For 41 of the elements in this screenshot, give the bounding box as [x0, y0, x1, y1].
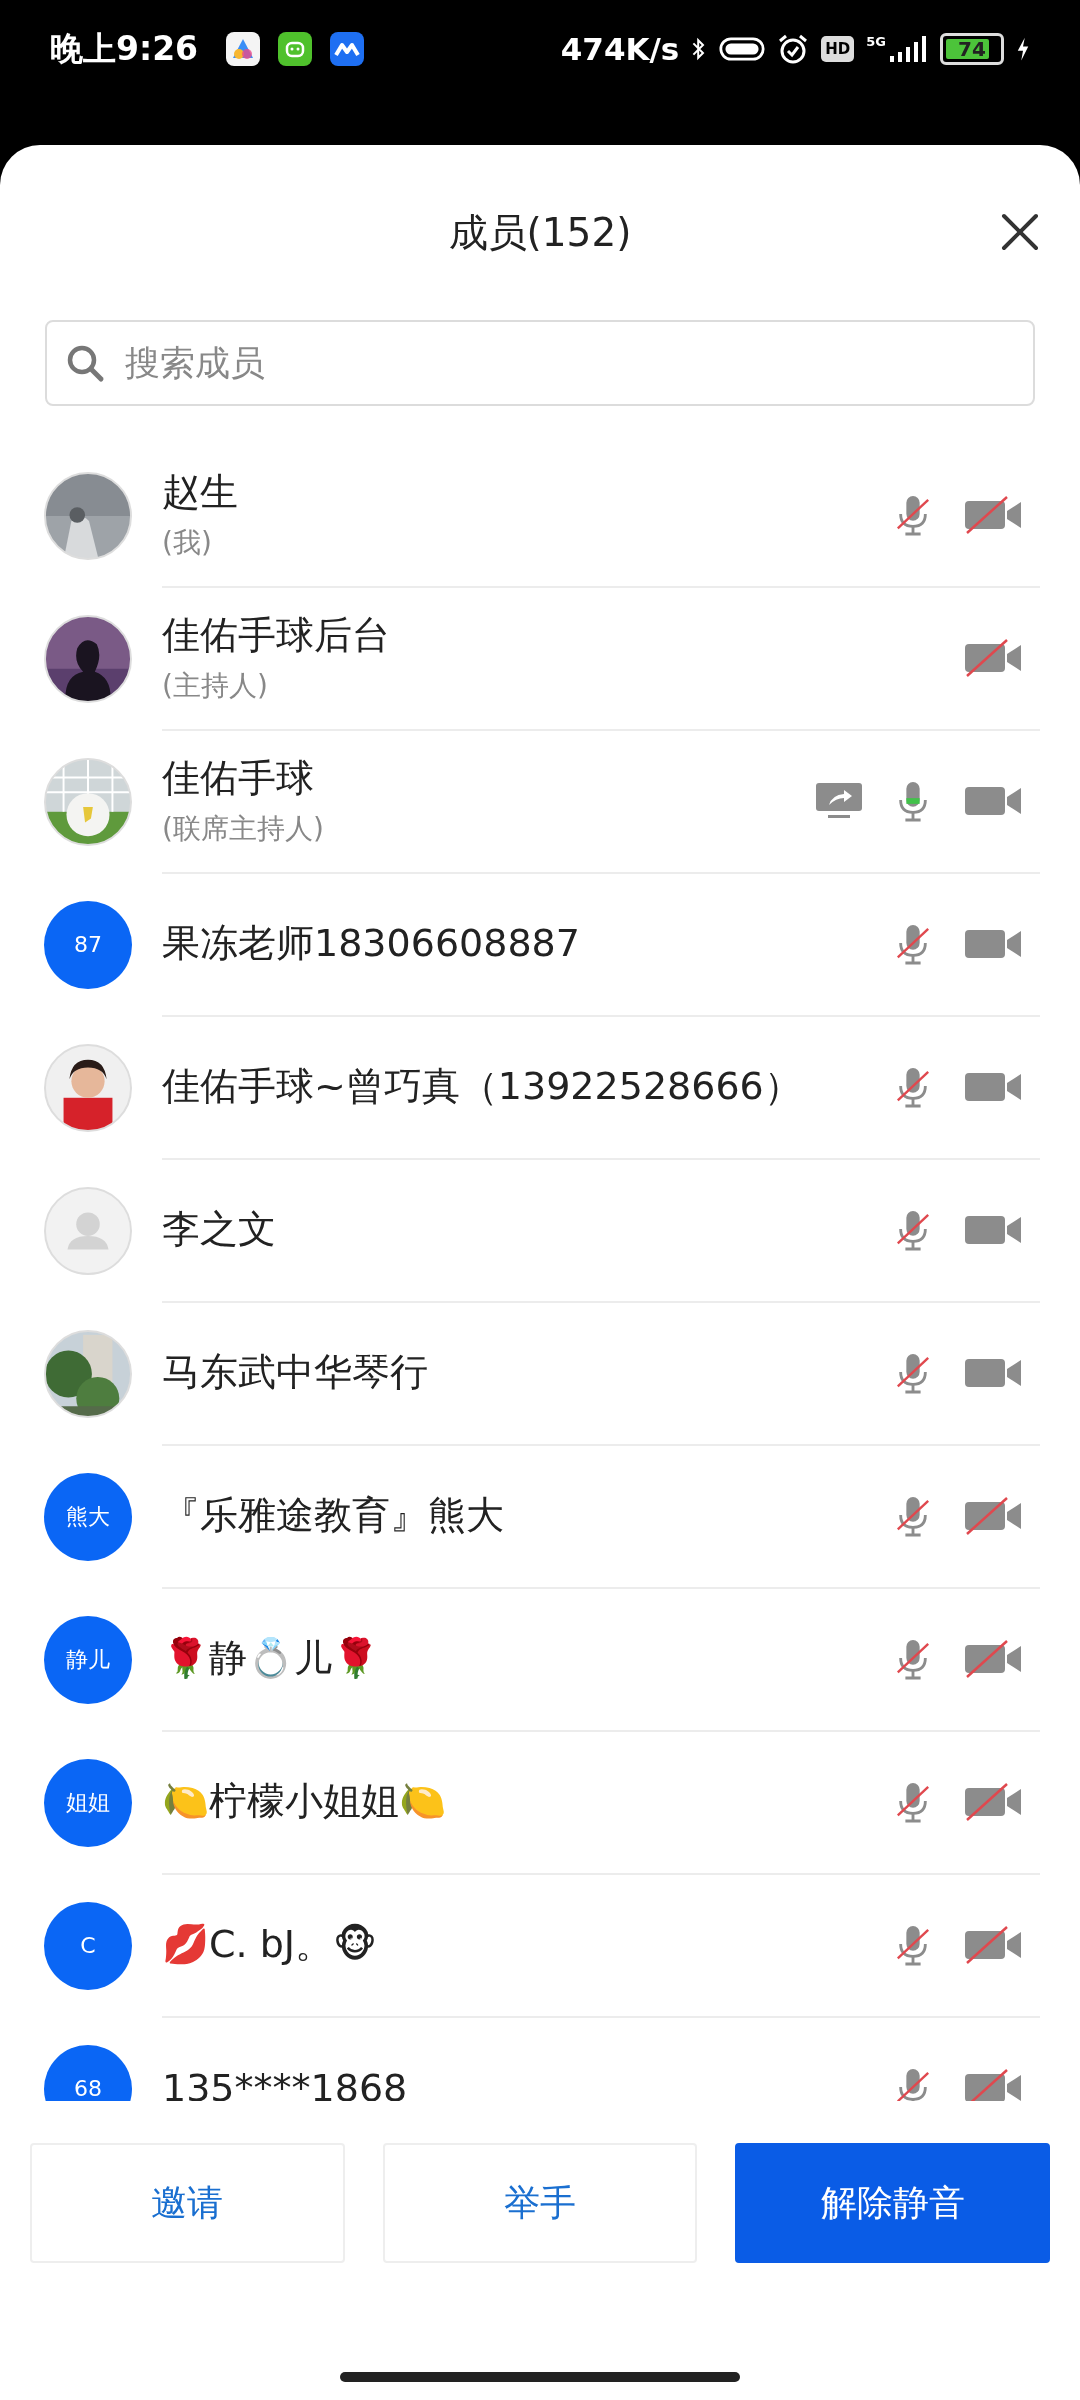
charging-icon — [1016, 35, 1030, 63]
member-name: 赵生 — [162, 469, 238, 516]
member-name: 135****1868 — [162, 2065, 408, 2101]
network-type: 5G — [866, 34, 886, 49]
action-button[interactable]: 邀请 — [30, 2143, 345, 2263]
member-role: (联席主持人) — [162, 811, 324, 847]
member-name: 李之文 — [162, 1206, 276, 1253]
member-name: 💋C. bJ。🐵 — [162, 1921, 377, 1968]
sheet-title: 成员(152) — [448, 208, 632, 257]
member-name: 佳佑手球 — [162, 755, 315, 802]
avatar: 姐姐 — [44, 1758, 132, 1847]
member-name: 佳佑手球~曾巧真（13922528666） — [162, 1063, 802, 1110]
member-name: 『乐雅途教育』熊大 — [162, 1492, 504, 1539]
search-field[interactable]: 搜索成员 — [45, 320, 1035, 406]
battery-level: 74 — [958, 37, 986, 61]
signal-icon — [888, 34, 928, 64]
avatar: 68 — [44, 2044, 132, 2101]
close-icon[interactable] — [1000, 212, 1040, 252]
app-icon — [330, 32, 365, 66]
member-role: (主持人) — [162, 668, 269, 704]
avatar: C — [44, 1901, 132, 1990]
app-icon — [226, 32, 261, 66]
network-speed: 474K/s — [560, 31, 680, 67]
member-name: 🍋柠檬小姐姐🍋 — [162, 1778, 446, 1825]
avatar-icon — [44, 1186, 132, 1275]
action-button[interactable]: 举手 — [382, 2143, 698, 2263]
member-role: (我) — [162, 525, 213, 561]
app-icon — [278, 32, 313, 66]
avatar: 87 — [44, 900, 132, 989]
member-name: 🌹静💍儿🌹 — [162, 1635, 379, 1682]
member-name: 佳佑手球后台 — [162, 612, 390, 659]
hd-badge: HD — [821, 36, 855, 62]
member-name: 果冻老师18306608887 — [162, 920, 580, 967]
toggle-icon — [719, 37, 766, 61]
avatar: 静儿 — [44, 1615, 132, 1704]
clock-time: 晚上9:26 — [50, 27, 199, 70]
member-name: 马东武中华琴行 — [162, 1349, 428, 1396]
alarm-icon — [777, 33, 810, 65]
avatar: 熊大 — [44, 1472, 132, 1561]
unmute-button[interactable]: 解除静音 — [735, 2143, 1050, 2263]
search-icon — [65, 343, 105, 383]
